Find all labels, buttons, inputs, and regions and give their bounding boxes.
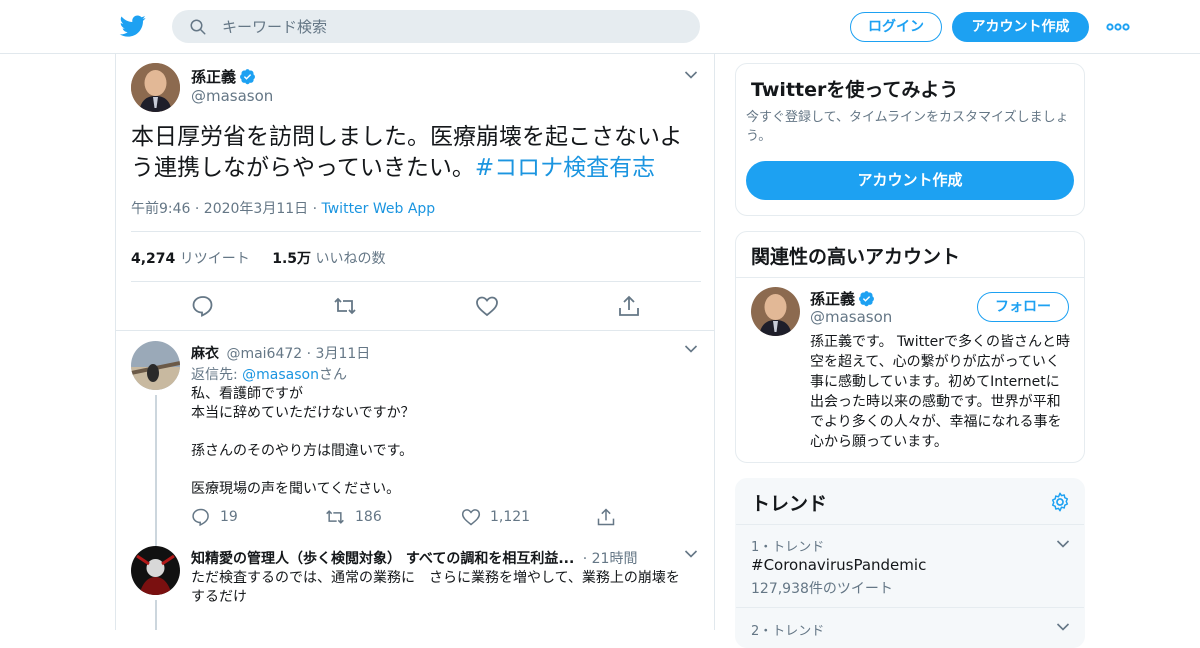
divider [131,281,701,282]
reply-count: 19 [220,509,238,525]
reply-icon[interactable] [191,295,215,317]
related-accounts-title: 関連性の高いアカウント [751,246,961,268]
trends-title: トレンド [751,493,828,515]
thread-line [155,600,157,630]
reply-handle-time[interactable]: @mai6472 · 3月11日 [226,346,370,362]
hashtag-link[interactable]: #コロナ検査有志 [475,155,655,181]
replying-to: 返信先: @masasonさん [191,367,347,383]
more-options-icon[interactable] [1106,18,1130,36]
main-timeline-column: 孫正義 @masason 本日厚労省を訪問しました。医療崩壊を起こさないよう連携… [115,54,715,630]
chevron-down-icon[interactable] [1056,539,1070,549]
top-navigation-bar: ログイン アカウント作成 [0,0,1200,54]
reply-author-name[interactable]: 麻衣 [191,346,219,362]
search-input[interactable] [222,10,682,43]
reply-icon[interactable] [191,507,211,527]
retweet-count: 186 [355,509,382,525]
like-heart-icon[interactable] [461,507,481,527]
reply-header: 麻衣 @mai6472 · 3月11日 [191,343,370,363]
tweet-timestamp[interactable]: 午前9:46 · 2020年3月11日 · [131,201,322,217]
trend-item[interactable]: 1・トレンド #CoronavirusPandemic 127,938件のツイー… [736,525,1084,607]
verified-badge-icon [240,69,255,85]
verified-badge-icon [859,291,874,307]
author-handle[interactable]: @masason [191,87,273,105]
related-account-avatar[interactable] [751,287,800,336]
author-name-row: 孫正義 [191,66,256,87]
chevron-down-icon[interactable] [1056,622,1070,632]
share-icon[interactable] [617,295,641,317]
related-accounts-card: 関連性の高いアカウント 孫正義 @masason フォロー 孫正義です。 Twi… [735,231,1085,463]
search-icon [190,19,206,35]
divider [736,277,1084,278]
trend-item[interactable]: 2・トレンド [736,608,1084,647]
signup-button[interactable]: アカウント作成 [952,12,1089,42]
related-account-name-row: 孫正義 [810,288,875,309]
retweet-icon[interactable] [325,507,345,527]
signup-card: Twitterを使ってみよう 今すぐ登録して、タイムラインをカスタマイズしましょ… [735,63,1085,216]
trend-tweet-count: 127,938件のツイート [751,581,893,597]
reply-time[interactable]: · 21時間 [583,551,638,567]
retweet-icon[interactable] [333,295,357,317]
create-account-button[interactable]: アカウント作成 [746,161,1074,200]
tweet-text: 本日厚労省を訪問しました。医療崩壊を起こさないよう連携しながらやっていきたい。#… [131,122,701,184]
chevron-down-icon[interactable] [684,549,698,559]
author-avatar[interactable] [131,63,180,112]
gear-icon[interactable] [1049,491,1071,513]
reply-text: ただ検査するのでは、通常の業務に さらに業務を増やして、業務上の崩壊をするだけ [191,570,680,605]
chevron-down-icon[interactable] [684,344,698,354]
like-count: 1,121 [490,509,531,525]
divider [116,330,714,331]
replying-to-link[interactable]: @masason [242,367,319,383]
related-account-handle[interactable]: @masason [810,308,892,326]
trends-card: トレンド 1・トレンド #CoronavirusPandemic 127,938… [735,478,1085,648]
like-stat[interactable]: 1.5万 いいねの数 [272,251,385,267]
follow-button[interactable]: フォロー [977,292,1069,322]
search-box[interactable] [172,10,700,43]
reply-avatar[interactable] [131,546,180,595]
tweet-stats: 4,274 リツイート 1.5万 いいねの数 [131,248,385,268]
signup-card-title: Twitterを使ってみよう [751,79,959,101]
tweet-source-link[interactable]: Twitter Web App [322,201,436,217]
reply-author-name[interactable]: 知精愛の管理人（歩く検閲対象） すべての調和を相互利益... [191,551,574,567]
divider [131,231,701,232]
reply-text: 私、看護師ですが 本当に辞めていただけないですか？ 孫さんのそのやり方は間違いで… [191,386,415,497]
related-account-bio: 孫正義です。 Twitterで多くの皆さんと時空を超えて、心の繋がりが広がってい… [810,334,1070,450]
reply-avatar[interactable] [131,341,180,390]
related-account-name[interactable]: 孫正義 [810,290,855,308]
share-icon[interactable] [596,507,616,527]
signup-card-description: 今すぐ登録して、タイムラインをカスタマイズしましょう。 [746,110,1069,144]
trend-rank: 1・トレンド [751,540,825,555]
chevron-down-icon[interactable] [684,70,698,80]
retweet-stat[interactable]: 4,274 リツイート [131,251,250,267]
author-name[interactable]: 孫正義 [191,68,236,86]
reply-header: 知精愛の管理人（歩く検閲対象） すべての調和を相互利益... · 21時間 [191,548,637,568]
trend-name: #CoronavirusPandemic [751,556,927,574]
like-heart-icon[interactable] [475,295,499,317]
tweet-meta: 午前9:46 · 2020年3月11日 · Twitter Web App [131,198,435,218]
twitter-bird-icon[interactable] [119,13,147,39]
login-button[interactable]: ログイン [850,12,942,42]
